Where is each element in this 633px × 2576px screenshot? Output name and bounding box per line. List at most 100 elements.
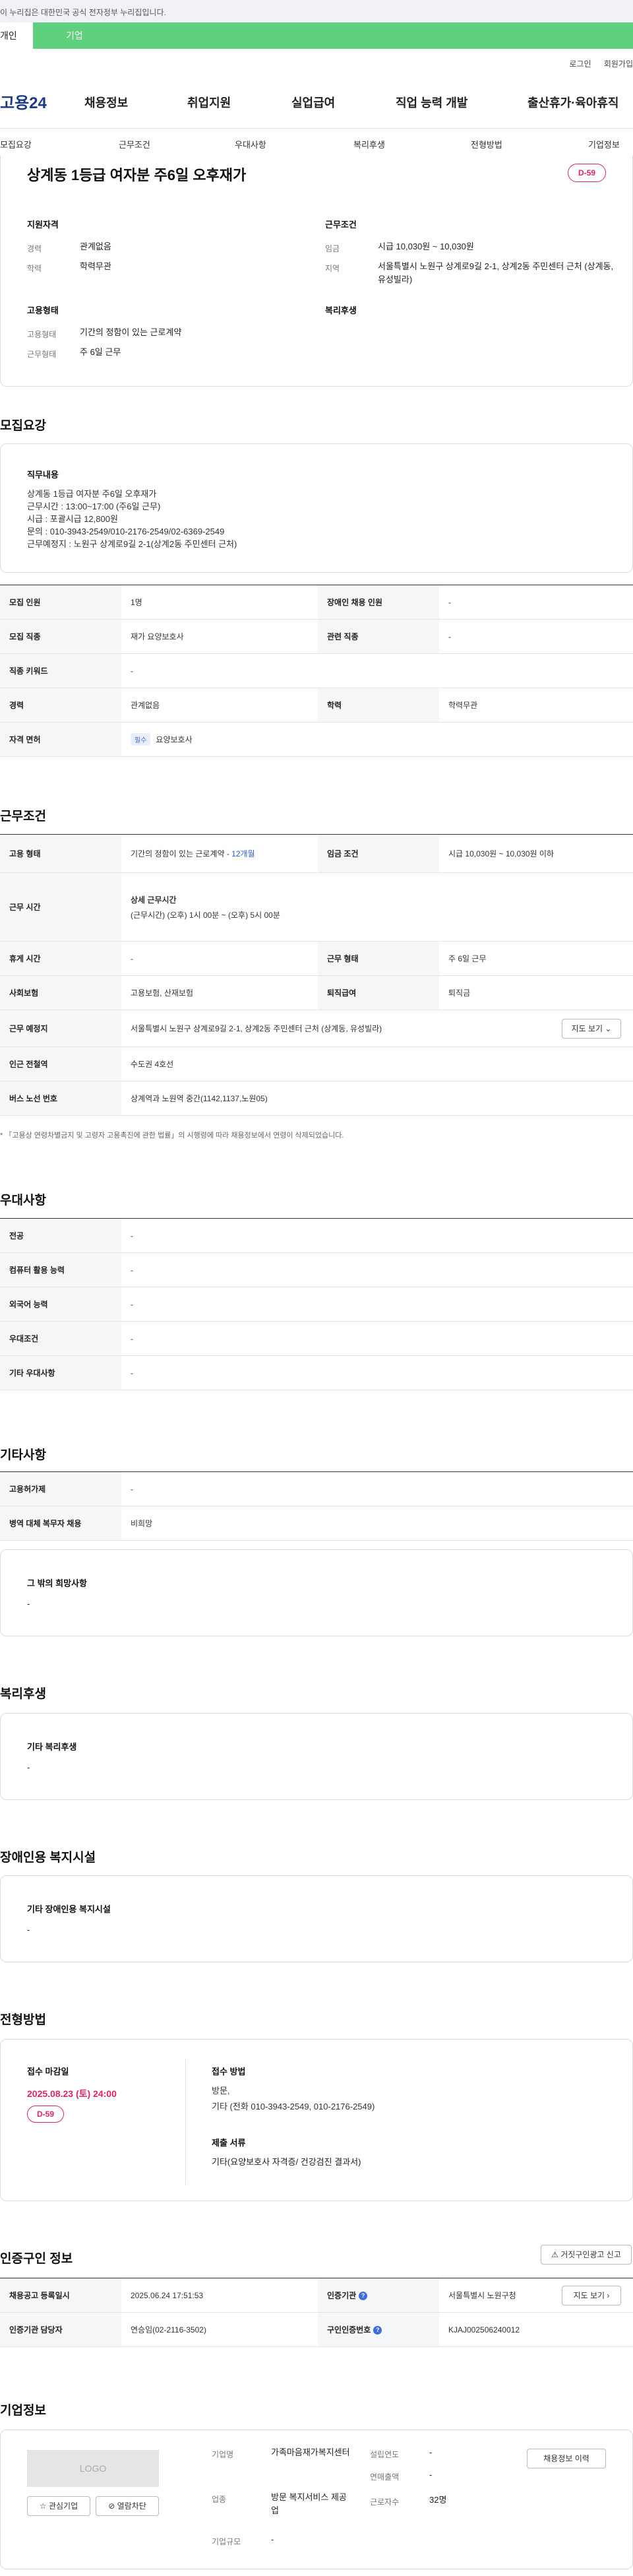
disability-facility-heading: 장애인용 복지시설	[0, 1851, 96, 1865]
info-icon[interactable]: ?	[373, 2326, 382, 2335]
subway-value: 수도권 4호선	[121, 1046, 633, 1081]
preference-heading: 우대사항	[0, 1194, 46, 1208]
section-nav-conditions[interactable]: 근무조건	[119, 138, 150, 150]
gnb-item-skills-training[interactable]: 직업 능력 개발	[396, 94, 467, 111]
related-job-label: 관련 직종	[318, 619, 439, 654]
table-row: 버스 노선 번호 상계역과 노원역 중간(1142,1137,노원05)	[0, 1081, 633, 1116]
gnb-item-employment-support[interactable]: 취업지원	[187, 94, 231, 111]
work-hours-sub: 상세 근무시간	[131, 895, 177, 905]
section-nav: 모집요강 근무조건 우대사항 복리후생 전형방법 기업정보	[0, 128, 633, 157]
site-logo[interactable]: 고용24	[0, 90, 47, 113]
user-type-tabs: 개인 기업	[0, 22, 633, 49]
table-row: 고용허가제 -	[0, 1471, 633, 1506]
headcount-label: 모집 인원	[0, 585, 121, 620]
other-wishes-value: -	[27, 1599, 30, 1609]
preference-condition-value: -	[121, 1321, 633, 1356]
table-row: 사회보험 고용보험, 산재보험 퇴직급여 퇴직금	[0, 975, 633, 1010]
tab-person[interactable]: 개인	[0, 22, 33, 49]
benefit-heading: 복리후생	[0, 1687, 46, 1701]
insurance-label: 사회보험	[0, 975, 121, 1010]
process-card: 접수 마감일 2025.08.23 (토) 24:00 D-59 접수 방법 방…	[0, 2039, 633, 2201]
recruit-table: 모집 인원 1명 장애인 채용 인원 - 모집 직종 재가 요양보호사 관련 직…	[0, 585, 633, 757]
wage-condition-value: 시급 10,030원 ~ 10,030원 이하	[439, 834, 633, 873]
disabled-hire-value: -	[439, 585, 633, 620]
duty-card: 직무내용 상계동 1등급 여자분 주6일 오후재가 근무시간 : 13:00~1…	[0, 443, 633, 573]
work-conditions-table: 고용 형태 기간의 정함이 있는 근로계약 - 12개월 임금 조건 시급 10…	[0, 834, 633, 1116]
recruit-heading: 모집요강	[0, 419, 46, 433]
favorite-company-button[interactable]: ☆ 관심기업	[27, 2496, 90, 2516]
bus-label: 버스 노선 번호	[0, 1081, 121, 1116]
table-row: 병역 대체 복무자 채용 비희망	[0, 1506, 633, 1541]
map-view-button[interactable]: 지도 보기 ⌄	[562, 1019, 621, 1039]
license-value: 요양보호사	[156, 735, 193, 744]
table-row: 모집 직종 재가 요양보호사 관련 직종 -	[0, 619, 633, 654]
gnb-item-parental-leave[interactable]: 출산휴가·육아휴직	[528, 94, 618, 111]
job-summary-card: 상계동 1등급 여자분 주6일 오후재가 D-59 지원자격 경력 관계없음 학…	[0, 156, 633, 387]
gnb-item-unemployment-benefit[interactable]: 실업급여	[291, 94, 335, 111]
employment-permit-value: -	[121, 1471, 633, 1506]
job-keyword-value: -	[121, 653, 633, 688]
conditions-heading: 근무조건	[325, 220, 357, 230]
documents-label: 제출 서류	[212, 2138, 246, 2148]
cert-agency-label-cell: 인증기관?	[318, 2278, 439, 2313]
work-place-value: 서울특별시 노원구 상계로9길 2-1, 상계2동 주민센터 근처 (상계동, …	[131, 1024, 382, 1033]
report-false-ad-button[interactable]: ⚠ 거짓구인광고 신고	[541, 2245, 632, 2265]
age-notice: * 「고용상 연령차별금지 및 고령자 고용촉진에 관한 법률」의 시행령에 따…	[0, 1132, 344, 1140]
revenue-label: 연매출액	[370, 2472, 400, 2482]
section-nav-preference[interactable]: 우대사항	[235, 138, 266, 150]
founded-label: 설립연도	[370, 2450, 400, 2459]
tab-company[interactable]: 기업	[66, 22, 106, 49]
recruit-history-button[interactable]: 채용정보 이력	[527, 2449, 606, 2468]
table-row: 전공 -	[0, 1218, 633, 1253]
apply-method-label: 접수 방법	[212, 2067, 246, 2077]
etc-heading: 기타사항	[0, 1448, 46, 1462]
info-icon[interactable]: ?	[359, 2292, 368, 2301]
table-row: 인증기관 담당자 연승임(02-2116-3502) 구인인증번호? KJAJ0…	[0, 2312, 633, 2347]
section-nav-benefit[interactable]: 복리후생	[353, 138, 385, 150]
career-value: 관계없음	[80, 242, 111, 251]
gnb-item-jobs[interactable]: 채용정보	[84, 94, 128, 111]
benefit-card: 기타 복리후생 -	[0, 1713, 633, 1800]
company-name-label: 기업명	[212, 2450, 234, 2459]
login-link[interactable]: 로그인	[569, 59, 591, 69]
required-badge: 필수	[131, 733, 151, 746]
block-view-button[interactable]: ⊘ 열람차단	[96, 2496, 159, 2516]
join-link[interactable]: 회원가입	[604, 59, 633, 69]
work-hours-value: (근무시간) (오후) 1시 00분 ~ (오후) 5시 00분	[131, 910, 280, 920]
table-row: 근무 시간 상세 근무시간 (근무시간) (오후) 1시 00분 ~ (오후) …	[0, 872, 633, 942]
benefit-sub-heading: 기타 복리후생	[27, 1742, 77, 1752]
star-icon: ☆	[39, 2501, 47, 2511]
deadline-label: 접수 마감일	[27, 2067, 69, 2077]
area-label: 지역	[325, 264, 340, 273]
staff-label: 근로자수	[370, 2497, 400, 2507]
section-nav-process[interactable]: 전형방법	[471, 138, 502, 150]
util-links: 로그인 회원가입	[558, 58, 633, 69]
table-row: 휴게 시간 - 근무 형태 주 6일 근무	[0, 941, 633, 976]
dday-badge: D-59	[568, 164, 606, 182]
emp-type-cell: 기간의 정함이 있는 근로계약 - 12개월	[121, 834, 318, 873]
staff-value: 32명	[429, 2495, 447, 2505]
duty-text: 상계동 1등급 여자분 주6일 오후재가 근무시간 : 13:00~17:00 …	[27, 489, 237, 549]
revenue-value: -	[429, 2470, 433, 2480]
table-row: 경력 관계없음 학력 학력무관	[0, 688, 633, 723]
cert-agency-label: 인증기관	[327, 2291, 357, 2300]
industry-value: 방문 복지서비스 제공업	[271, 2492, 347, 2515]
cert-manager-value: 연승임(02-2116-3502)	[121, 2312, 318, 2347]
career-label: 경력	[27, 244, 42, 253]
language-label: 외국어 능력	[0, 1287, 121, 1322]
cert-number-label: 구인인증번호	[327, 2325, 371, 2334]
shift-type-label: 근무 형태	[318, 941, 439, 976]
cert-manager-label: 인증기관 담당자	[0, 2312, 121, 2347]
table-row: 인근 전철역 수도권 4호선	[0, 1046, 633, 1081]
agency-map-button[interactable]: 지도 보기 ›	[562, 2286, 621, 2305]
section-nav-recruit[interactable]: 모집요강	[0, 138, 32, 150]
table-row: 직종 키워드 -	[0, 653, 633, 688]
license-cell: 필수 요양보호사	[121, 722, 633, 757]
section-nav-company[interactable]: 기업정보	[588, 138, 620, 150]
cert-agency-cell: 서울특별시 노원구청 지도 보기 ›	[439, 2278, 633, 2313]
job-type-label: 모집 직종	[0, 619, 121, 654]
employment-permit-label: 고용허가제	[0, 1471, 121, 1506]
certified-job-heading: 인증구인 정보	[0, 2252, 73, 2266]
certified-job-table: 채용공고 등록일시 2025.06.24 17:51:53 인증기관? 서울특별…	[0, 2278, 633, 2347]
disability-facility-card: 기타 장애인용 복지시설 -	[0, 1875, 633, 1962]
